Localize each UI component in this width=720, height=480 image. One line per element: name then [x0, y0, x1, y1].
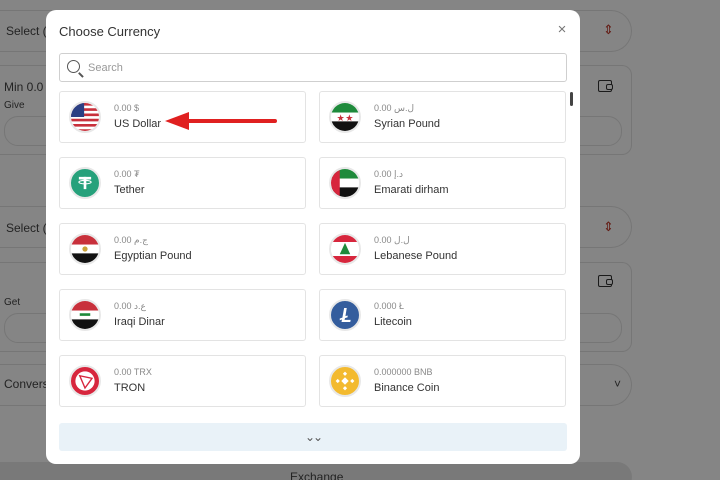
search-box	[59, 53, 567, 82]
search-icon	[67, 60, 80, 73]
currency-name: Egyptian Pound	[114, 250, 192, 262]
list-scrollbar[interactable]	[570, 92, 573, 106]
currency-name: Lebanese Pound	[374, 250, 458, 262]
currency-balance: 0.00 ₮	[114, 169, 140, 179]
currency-balance: 0.000 Ł	[374, 301, 405, 311]
currency-list: 0.00 $ US Dollar 0.00 ل.س Syrian Pound 0…	[59, 91, 567, 410]
search-input[interactable]	[88, 59, 548, 77]
currency-balance: 0.00 د.إ	[374, 169, 404, 179]
currency-name: Emarati dirham	[374, 184, 449, 196]
currency-balance: 0.000000 BNB	[374, 367, 433, 377]
currency-name: TRON	[114, 382, 146, 394]
litecoin-icon	[329, 299, 361, 331]
currency-card-egyptian-pound[interactable]: 0.00 ج.م Egyptian Pound	[59, 223, 306, 275]
currency-name: Tether	[114, 184, 145, 196]
currency-balance: 0.00 ج.م	[114, 235, 148, 245]
double-chevron-down-icon: ⌄⌄	[304, 430, 323, 444]
currency-name: Binance Coin	[374, 382, 440, 394]
currency-card-tron[interactable]: 0.00 TRX TRON	[59, 355, 306, 407]
egypt-flag-icon	[69, 233, 101, 265]
currency-card-emarati-dirham[interactable]: 0.00 د.إ Emarati dirham	[319, 157, 566, 209]
us-flag-icon	[69, 101, 101, 133]
lebanon-flag-icon	[329, 233, 361, 265]
currency-card-lebanese-pound[interactable]: 0.00 ل.ل Lebanese Pound	[319, 223, 566, 275]
currency-name: Syrian Pound	[374, 118, 441, 130]
iraq-flag-icon	[69, 299, 101, 331]
syria-flag-icon	[329, 101, 361, 133]
currency-name: Litecoin	[374, 316, 412, 328]
currency-balance: 0.00 ل.ل	[374, 235, 410, 245]
annotation-arrow-icon	[165, 112, 277, 130]
currency-card-tether[interactable]: 0.00 ₮ Tether	[59, 157, 306, 209]
currency-balance: 0.00 $	[114, 103, 140, 113]
choose-currency-modal: Choose Currency × 0.00 $ US Dollar 0.00 …	[46, 10, 580, 464]
currency-card-litecoin[interactable]: 0.000 Ł Litecoin	[319, 289, 566, 341]
load-more-button[interactable]: ⌄⌄	[59, 423, 567, 451]
currency-name: Iraqi Dinar	[114, 316, 165, 328]
currency-card-binance-coin[interactable]: 0.000000 BNB Binance Coin	[319, 355, 566, 407]
tether-icon	[69, 167, 101, 199]
uae-flag-icon	[329, 167, 361, 199]
close-icon: ×	[557, 21, 567, 38]
currency-card-syrian-pound[interactable]: 0.00 ل.س Syrian Pound	[319, 91, 566, 143]
modal-title: Choose Currency	[59, 24, 161, 39]
close-button[interactable]: ×	[554, 22, 570, 38]
tron-icon	[69, 365, 101, 397]
currency-name: US Dollar	[114, 118, 162, 130]
currency-card-iraqi-dinar[interactable]: 0.00 ع.د Iraqi Dinar	[59, 289, 306, 341]
currency-balance: 0.00 ل.س	[374, 103, 415, 113]
bnb-icon	[329, 365, 361, 397]
currency-balance: 0.00 ع.د	[114, 301, 146, 311]
currency-balance: 0.00 TRX	[114, 367, 152, 377]
